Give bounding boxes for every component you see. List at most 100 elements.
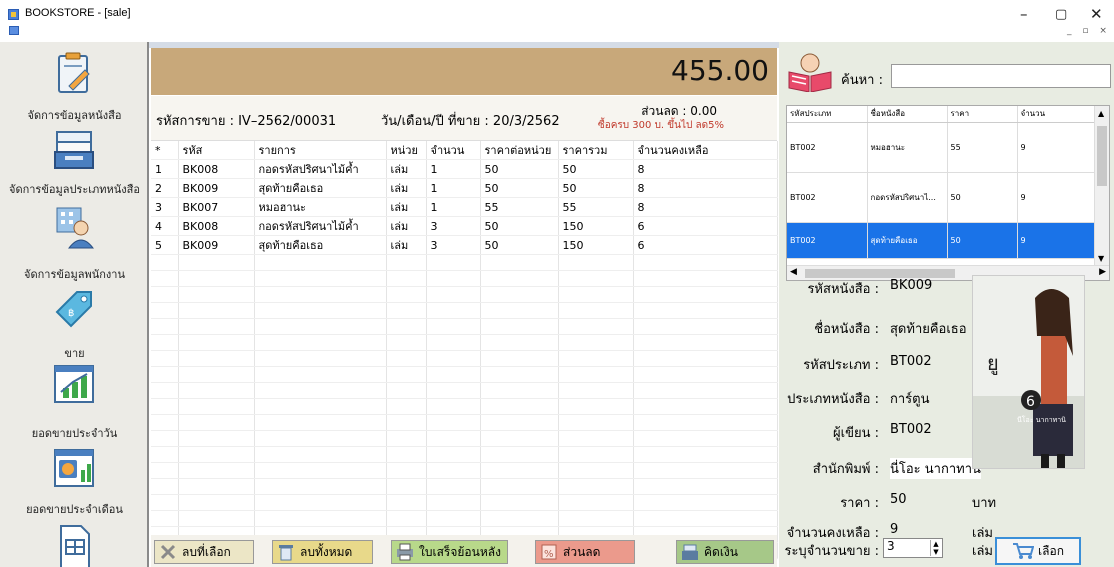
item-remaining xyxy=(633,494,778,511)
scroll-thumb[interactable] xyxy=(1097,126,1107,186)
book-qty: 9 xyxy=(1017,222,1096,259)
sale-date: วัน/เดือน/ปี ที่ขาย : 20/3/2562 xyxy=(381,114,560,129)
col-total[interactable]: ราคารวม xyxy=(558,141,634,160)
table-row[interactable] xyxy=(151,350,778,367)
col-remaining[interactable]: จำนวนคงเหลือ xyxy=(633,141,778,160)
receipt-history-button[interactable]: ใบเสร็จย้อนหลัง xyxy=(391,540,508,564)
sidebar-label: ยอดขายประจำเดือน xyxy=(26,503,123,516)
table-row[interactable] xyxy=(151,270,778,287)
table-row[interactable] xyxy=(151,382,778,399)
col-unit[interactable]: หน่วย xyxy=(386,141,427,160)
table-row[interactable] xyxy=(151,334,778,351)
row-number: 4 xyxy=(151,216,179,236)
col-item[interactable]: รายการ xyxy=(254,141,387,160)
item-unit-price xyxy=(480,318,559,335)
item-name: สุดท้ายคือเธอ xyxy=(254,178,387,198)
item-name xyxy=(254,478,387,495)
table-row[interactable] xyxy=(151,366,778,383)
table-row[interactable] xyxy=(151,302,778,319)
item-code: BK007 xyxy=(178,197,255,217)
item-remaining xyxy=(633,254,778,271)
search-input[interactable] xyxy=(891,64,1111,88)
close-button[interactable]: ✕ xyxy=(1090,5,1103,23)
sidebar-item-report[interactable] xyxy=(0,522,147,567)
book-name-value: สุดท้ายคือเธอ xyxy=(890,322,967,337)
list-item[interactable]: BT002 สุดท้ายคือเธอ 50 9 xyxy=(787,222,1096,259)
table-row[interactable] xyxy=(151,414,778,431)
item-code: BK008 xyxy=(178,216,255,236)
table-row[interactable]: 4 BK008 กอดรหัสปริศนาไม้ค้ำ เล่ม 3 50 150 6 xyxy=(151,216,778,236)
book-qty: 9 xyxy=(1017,172,1096,223)
table-row[interactable] xyxy=(151,286,778,303)
item-unit-price xyxy=(480,270,559,287)
table-row[interactable] xyxy=(151,478,778,495)
book-list-grid[interactable]: รหัสประเภท ชื่อหนังสือ ราคา จำนวน BT002 ห… xyxy=(786,105,1110,281)
list-item[interactable]: BT002 กอดรหัสปริศนาไ... 50 9 xyxy=(787,172,1096,223)
table-row[interactable] xyxy=(151,494,778,511)
sidebar-item-employees[interactable]: จัดการข้อมูลพนักงาน xyxy=(0,206,147,284)
stepper-arrows-icon[interactable]: ▲ ▼ xyxy=(930,540,941,556)
scroll-thumb[interactable] xyxy=(805,269,955,278)
sidebar-item-monthly-sales[interactable]: ยอดขายประจำเดือน xyxy=(0,442,147,520)
price-tag-icon: ฿ xyxy=(55,291,92,328)
discount-button[interactable]: % ส่วนลด xyxy=(535,540,635,564)
item-total xyxy=(558,382,634,399)
choose-button[interactable]: เลือก xyxy=(995,537,1081,565)
item-name xyxy=(254,350,387,367)
sidebar-item-daily-sales[interactable]: ยอดขายประจำวัน xyxy=(0,362,147,440)
col-code[interactable]: รหัส xyxy=(178,141,255,160)
col-unit-price[interactable]: ราคาต่อหน่วย xyxy=(480,141,559,160)
sidebar-item-sale[interactable]: ฿ ขาย xyxy=(0,286,147,360)
col-qty[interactable]: จำนวน xyxy=(1017,106,1096,123)
table-row[interactable] xyxy=(151,510,778,527)
scroll-down-icon[interactable]: ▼ xyxy=(1098,254,1104,263)
table-row[interactable] xyxy=(151,318,778,335)
cover-title-letter: ยู xyxy=(987,351,999,376)
row-number xyxy=(151,398,179,415)
item-unit-price xyxy=(480,494,559,511)
col-price[interactable]: ราคา xyxy=(947,106,1018,123)
list-item[interactable]: BT002 หมอฮานะ 55 9 xyxy=(787,122,1096,173)
search-label: ค้นหา : xyxy=(841,73,883,88)
delete-all-button[interactable]: ลบทั้งหมด xyxy=(272,540,373,564)
price-label: ราคา : xyxy=(840,496,879,511)
delete-selected-button[interactable]: ลบที่เลือก xyxy=(154,540,254,564)
scroll-up-icon[interactable]: ▲ xyxy=(1098,109,1104,118)
item-code xyxy=(178,478,255,495)
item-unit-price: 50 xyxy=(480,216,559,236)
report-icon xyxy=(60,525,90,567)
table-row[interactable]: 5 BK009 สุดท้ายคือเธอ เล่ม 3 50 150 6 xyxy=(151,235,778,255)
item-remaining: 6 xyxy=(633,216,778,236)
child-window-controls[interactable]: _ ▫ × xyxy=(1067,26,1111,36)
sidebar-item-books[interactable]: จัดการข้อมูลหนังสือ xyxy=(0,42,147,122)
maximize-button[interactable]: ▢ xyxy=(1055,7,1067,22)
book-name: สุดท้ายคือเธอ xyxy=(867,222,948,259)
row-number xyxy=(151,414,179,431)
vertical-scrollbar[interactable]: ▲ ▼ xyxy=(1094,106,1109,266)
table-row[interactable]: 3 BK007 หมอฮานะ เล่ม 1 55 55 8 xyxy=(151,197,778,217)
table-row[interactable]: 2 BK009 สุดท้ายคือเธอ เล่ม 1 50 50 8 xyxy=(151,178,778,198)
col-type-code[interactable]: รหัสประเภท xyxy=(787,106,868,123)
scroll-left-icon[interactable]: ◀ xyxy=(790,267,797,277)
table-row[interactable] xyxy=(151,398,778,415)
item-name xyxy=(254,494,387,511)
minimize-button[interactable]: – xyxy=(1020,5,1028,23)
table-row[interactable]: 1 BK008 กอดรหัสปริศนาไม้ค้ำ เล่ม 1 50 50 8 xyxy=(151,159,778,179)
sale-items-grid[interactable]: * รหัส รายการ หน่วย จำนวน ราคาต่อหน่วย ร… xyxy=(151,140,778,559)
table-row[interactable] xyxy=(151,430,778,447)
book-name: กอดรหัสปริศนาไ... xyxy=(867,172,948,223)
scroll-right-icon[interactable]: ▶ xyxy=(1099,267,1106,277)
table-row[interactable] xyxy=(151,462,778,479)
svg-text:฿: ฿ xyxy=(68,308,74,319)
table-row[interactable] xyxy=(151,254,778,271)
col-book-name[interactable]: ชื่อหนังสือ xyxy=(867,106,948,123)
item-total xyxy=(558,446,634,463)
item-name xyxy=(254,302,387,319)
col-qty[interactable]: จำนวน xyxy=(426,141,481,160)
quantity-stepper[interactable]: 3 ▲ ▼ xyxy=(883,538,943,558)
item-total xyxy=(558,286,634,303)
sidebar-item-book-types[interactable]: จัดการข้อมูลประเภทหนังสือ xyxy=(0,124,147,204)
item-total xyxy=(558,462,634,479)
table-row[interactable] xyxy=(151,446,778,463)
pay-button[interactable]: คิดเงิน xyxy=(676,540,774,564)
